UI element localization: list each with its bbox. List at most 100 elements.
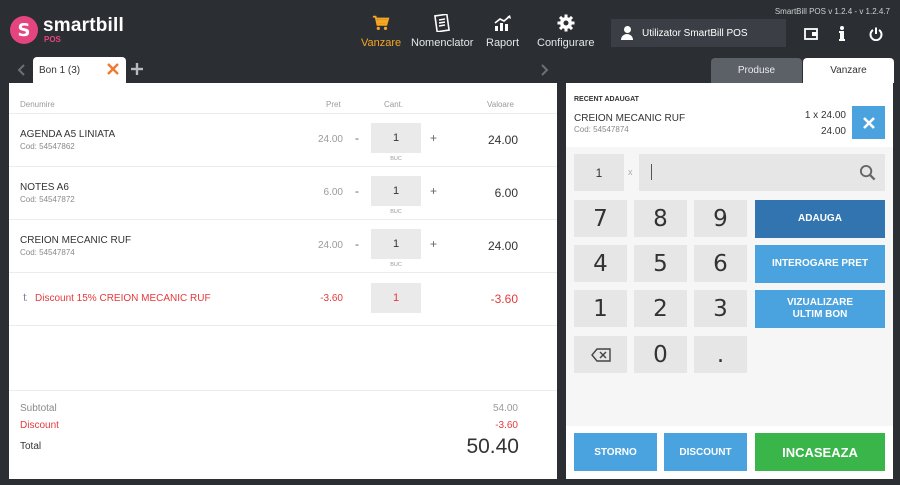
key-3[interactable]: 3	[694, 290, 747, 327]
key-0[interactable]: 0	[634, 336, 687, 373]
key-6[interactable]: 6	[694, 245, 747, 282]
product-name: AGENDA A5 LINIATA	[20, 129, 116, 140]
adauga-button[interactable]: ADAUGA	[755, 200, 885, 238]
keypad-area: 1 x 7 8 9 4 5 6 1 2 3 0 . ADAUGA INTEROG…	[566, 147, 893, 426]
discount-qty[interactable]: 1	[371, 283, 421, 313]
col-header-name: Denumire	[20, 100, 55, 109]
key-dot[interactable]: .	[694, 336, 747, 373]
vizualizare-ultim-bon-button[interactable]: VIZUALIZARE ULTIM BON	[755, 290, 885, 328]
search-icon[interactable]	[859, 164, 876, 181]
remove-recent-button[interactable]	[852, 106, 885, 139]
user-name: Utilizator SmartBill POS	[642, 27, 748, 39]
nav-configurare[interactable]: Configurare	[537, 14, 594, 49]
key-8[interactable]: 8	[634, 200, 687, 237]
product-name: NOTES A6	[20, 182, 69, 193]
discount-name: Discount 15% CREION MECANIC RUF	[35, 293, 211, 304]
list-icon	[434, 14, 451, 32]
add-tab-button[interactable]	[129, 60, 145, 78]
top-bar: S smartbill POS Vanzare Nomenclator Rapo…	[0, 0, 900, 57]
nav-raport[interactable]: Raport	[486, 14, 519, 49]
search-input[interactable]	[639, 154, 885, 191]
key-9[interactable]: 9	[694, 200, 747, 237]
product-value: 24.00	[487, 133, 518, 147]
qty-plus-button[interactable]: +	[430, 237, 437, 251]
product-code: Cod: 54547862	[20, 142, 75, 151]
qty-unit: BUC	[390, 156, 402, 162]
recent-total: 24.00	[820, 126, 846, 137]
receipt-tab-label: Bon 1 (3)	[39, 64, 81, 76]
user-box[interactable]: Utilizator SmartBill POS	[611, 19, 786, 47]
table-row[interactable]: AGENDA A5 LINIATA Cod: 54547862 24.00 - …	[9, 114, 557, 167]
key-1[interactable]: 1	[574, 290, 627, 327]
table-row[interactable]: CREION MECANIC RUF Cod: 54547874 24.00 -…	[9, 220, 557, 273]
bottom-actions: STORNO DISCOUNT INCASEAZA	[566, 426, 893, 479]
backspace-key[interactable]	[574, 336, 627, 373]
multiplier-input[interactable]: 1	[574, 154, 624, 191]
receipt-tab[interactable]: Bon 1 (3)	[33, 57, 126, 83]
logo-name: smartbill	[43, 15, 124, 36]
interogare-pret-button[interactable]: INTEROGARE PRET	[755, 245, 885, 283]
logo-badge: S	[10, 16, 38, 44]
version-label: SmartBill POS v 1.2.4 - v 1.2.4.7	[774, 7, 890, 16]
table-row[interactable]: NOTES A6 Cod: 54547872 6.00 - 1 BUC + 6.…	[9, 167, 557, 220]
discount-price: -3.60	[320, 293, 343, 304]
discount-button[interactable]: DISCOUNT	[664, 433, 747, 471]
qty-minus-button[interactable]: -	[355, 184, 359, 198]
key-5[interactable]: 5	[634, 245, 687, 282]
tab-vanzare[interactable]: Vanzare	[803, 58, 894, 83]
qty-unit: BUC	[390, 262, 402, 268]
subtotal-label: Subtotal	[20, 403, 57, 414]
key-7[interactable]: 7	[574, 200, 627, 237]
product-value: 24.00	[487, 239, 518, 253]
recent-product-name: CREION MECANIC RUF	[574, 113, 686, 124]
qty-plus-button[interactable]: +	[430, 184, 437, 198]
qty-plus-button[interactable]: +	[430, 131, 437, 145]
tabs-next-arrow[interactable]	[538, 61, 552, 79]
power-icon[interactable]	[868, 26, 884, 42]
cash-drawer-icon[interactable]	[803, 26, 819, 42]
qty-input[interactable]: 1	[371, 176, 421, 206]
discount-total-label: Discount	[20, 420, 59, 431]
close-icon[interactable]	[106, 62, 120, 76]
nav-nomenclator[interactable]: Nomenclator	[411, 14, 473, 49]
product-name: CREION MECANIC RUF	[20, 235, 132, 246]
recent-header: RECENT ADAUGAT	[574, 96, 639, 103]
sale-panel: RECENT ADAUGAT CREION MECANIC RUF Cod: 5…	[566, 83, 893, 479]
total-value: 50.40	[466, 435, 519, 458]
multiplier-x: x	[628, 167, 633, 177]
tabs-prev-arrow[interactable]	[14, 61, 28, 79]
qty-unit: BUC	[390, 209, 402, 215]
tab-produse[interactable]: Produse	[711, 58, 802, 83]
discount-total-value: -3.60	[495, 420, 518, 431]
chart-icon	[494, 15, 511, 31]
cart-icon	[372, 15, 390, 31]
qty-minus-button[interactable]: -	[355, 237, 359, 251]
product-value: 6.00	[494, 186, 518, 200]
close-icon	[862, 116, 875, 129]
gear-icon	[557, 14, 575, 32]
discount-value: -3.60	[490, 292, 518, 306]
receipt-panel: Denumire Pret Cant. Valoare AGENDA A5 LI…	[9, 83, 557, 479]
qty-minus-button[interactable]: -	[355, 131, 359, 145]
incaseaza-button[interactable]: INCASEAZA	[755, 433, 885, 471]
qty-input[interactable]: 1	[371, 123, 421, 153]
backspace-icon	[590, 347, 611, 362]
discount-row[interactable]: t Discount 15% CREION MECANIC RUF -3.60 …	[9, 273, 557, 326]
col-header-qty: Cant.	[384, 100, 404, 109]
recent-product-code: Cod: 54547874	[574, 125, 629, 134]
logo-sub: POS	[44, 35, 61, 44]
product-code: Cod: 54547874	[20, 248, 75, 257]
product-price: 24.00	[317, 240, 343, 251]
key-2[interactable]: 2	[634, 290, 687, 327]
qty-input[interactable]: 1	[371, 229, 421, 259]
product-price: 24.00	[317, 134, 343, 145]
user-icon	[621, 26, 633, 40]
info-icon[interactable]	[834, 26, 850, 42]
product-price: 6.00	[323, 187, 343, 198]
total-label: Total	[20, 441, 42, 452]
nav-label: Configurare	[537, 37, 595, 49]
subtotal-value: 54.00	[492, 403, 518, 414]
nav-vanzare[interactable]: Vanzare	[361, 14, 401, 49]
key-4[interactable]: 4	[574, 245, 627, 282]
storno-button[interactable]: STORNO	[574, 433, 657, 471]
